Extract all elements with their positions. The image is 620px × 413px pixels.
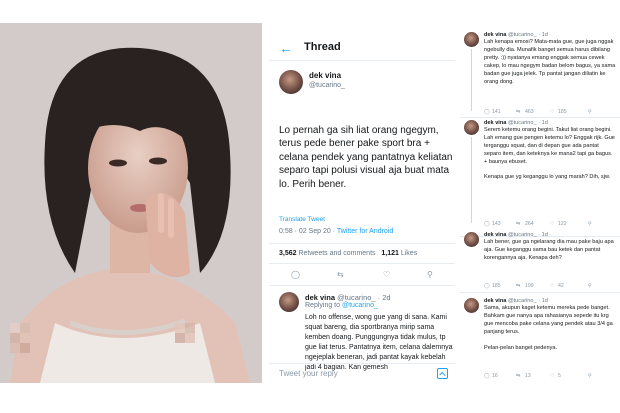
- tweet-actions: ◯ 141 ⇆ 463 ♡ 185 ⚲: [484, 108, 616, 116]
- retweet-icon[interactable]: ⇆: [516, 372, 520, 380]
- author-name[interactable]: dek vina: [484, 32, 506, 38]
- tweet-actions: ◯ 16 ⇆ 13 ♡ 5 ⚲: [484, 372, 616, 380]
- like-count: 122: [558, 221, 567, 227]
- tweet-header: dek vina @tucarino_ · 1d: [484, 120, 548, 126]
- collage: ← Thread dek vina @tucarino_ Lo pernah g…: [0, 0, 620, 413]
- reply-avatar[interactable]: [279, 292, 299, 312]
- replying-to-link[interactable]: @tucarino_: [342, 302, 378, 309]
- reply-icon[interactable]: ◯: [484, 372, 490, 380]
- replying-prefix: Replying to: [305, 302, 342, 309]
- reply-author[interactable]: dek vina @tucarino_ · 2d: [305, 293, 391, 302]
- tweet-text: Lo pernah ga sih liat orang ngegym, teru…: [279, 125, 453, 190]
- author-name[interactable]: dek vina: [484, 298, 506, 304]
- tweet-header: dek vina @tucarino_ · 1d: [484, 298, 548, 304]
- avatar[interactable]: [464, 298, 479, 313]
- share-icon[interactable]: ⚲: [588, 282, 592, 290]
- retweet-count: 463: [525, 109, 534, 115]
- reply-tweet[interactable]: dek vina @tucarino_ · 1d Lah kenapa emos…: [460, 32, 620, 116]
- tweet-text: Lah kenapa emosi? Mata-mata gue, gue jug…: [484, 39, 616, 85]
- reply-icon[interactable]: ◯: [484, 282, 490, 290]
- thread-line: [471, 137, 472, 223]
- author-handle[interactable]: @tucarino_: [309, 82, 345, 89]
- divider: [460, 292, 620, 293]
- like-count: 42: [558, 283, 564, 289]
- divider: [269, 285, 455, 286]
- share-icon[interactable]: ⚲: [588, 108, 592, 116]
- retweet-count[interactable]: 3,562: [279, 250, 297, 257]
- reply-count: 143: [492, 221, 501, 227]
- reply-icon[interactable]: ◯: [484, 108, 490, 116]
- tweet-actions: ◯ 185 ⇆ 199 ♡ 42 ⚲: [484, 282, 616, 290]
- like-icon[interactable]: ♡: [383, 270, 390, 280]
- reply-tweet[interactable]: dek vina @tucarino_ · 1d Serem ketemu or…: [460, 120, 620, 228]
- thread-title: Thread: [304, 41, 341, 53]
- arrow-left-icon[interactable]: ←: [279, 39, 293, 57]
- thread-header: ← Thread: [269, 39, 455, 59]
- divider: [269, 243, 455, 244]
- reply-tweet[interactable]: dek vina @tucarino_ · 1d Lah bener, gue …: [460, 232, 620, 290]
- like-count: 185: [558, 109, 567, 115]
- author-name[interactable]: dek vina: [484, 232, 506, 238]
- like-count: 5: [558, 373, 561, 379]
- author-name[interactable]: dek vina: [484, 120, 506, 126]
- tweet-actions: ◯ 143 ⇆ 264 ♡ 122 ⚲: [484, 220, 616, 228]
- retweet-label[interactable]: Retweets and comments: [298, 250, 375, 257]
- tweet-actions: ◯ ⇆ ♡ ⚲: [269, 270, 455, 280]
- tweet-source-link[interactable]: Twitter for Android: [337, 228, 393, 235]
- author-handle: @tucarino_ · 1d: [507, 232, 548, 238]
- tweet-text: Sama, akupun kaget ketemu mereka pede ba…: [484, 305, 613, 351]
- divider: [269, 263, 455, 264]
- reply-name[interactable]: dek vina: [305, 293, 335, 302]
- like-icon[interactable]: ♡: [550, 108, 555, 116]
- retweet-icon[interactable]: ⇆: [516, 220, 520, 228]
- author-handle: @tucarino_ · 1d: [507, 120, 548, 126]
- retweet-count: 13: [525, 373, 531, 379]
- avatar[interactable]: [464, 120, 479, 135]
- reply-handle: @tucarino_ · 2d: [337, 293, 391, 302]
- share-icon[interactable]: ⚲: [588, 372, 592, 380]
- replying-to: Replying to @tucarino_: [305, 302, 378, 309]
- like-icon[interactable]: ♡: [550, 282, 555, 290]
- retweet-icon[interactable]: ⇆: [337, 270, 344, 280]
- profile-photo: [0, 23, 262, 383]
- reply-icon[interactable]: ◯: [484, 220, 490, 228]
- like-count[interactable]: 1,121: [381, 250, 399, 257]
- thread-line: [471, 49, 472, 111]
- tweet-header: dek vina @tucarino_ · 1d: [484, 232, 548, 238]
- share-icon[interactable]: ⚲: [588, 220, 592, 228]
- author-handle: @tucarino_ · 1d: [507, 298, 548, 304]
- replies-panel: dek vina @tucarino_ · 1d Lah kenapa emos…: [460, 24, 620, 384]
- reply-icon[interactable]: ◯: [291, 270, 300, 280]
- tweet-text: Serem ketemu orang begini. Takut liat or…: [484, 127, 615, 181]
- author-name[interactable]: dek vina: [309, 71, 341, 80]
- image-icon[interactable]: [437, 368, 448, 379]
- tweet-time: 0:58 · 02 Sep 20 ·: [279, 228, 337, 235]
- reply-tweet[interactable]: dek vina @tucarino_ · 1d Sama, akupun ka…: [460, 298, 620, 382]
- avatar[interactable]: [279, 70, 303, 94]
- tweet-meta: 0:58 · 02 Sep 20 · Twitter for Android: [279, 228, 393, 235]
- retweet-icon[interactable]: ⇆: [516, 282, 520, 290]
- tweet-text: Lah bener, gue ga ngelarang dia mau pake…: [484, 239, 614, 261]
- like-icon[interactable]: ♡: [550, 220, 555, 228]
- reply-count: 185: [492, 283, 501, 289]
- tweet-stats: 3,562 Retweets and comments 1,121 Likes: [279, 250, 417, 257]
- translate-link[interactable]: Translate Tweet: [279, 216, 325, 223]
- avatar[interactable]: [464, 232, 479, 247]
- divider: [269, 60, 455, 61]
- retweet-count: 199: [525, 283, 534, 289]
- thread-panel: ← Thread dek vina @tucarino_ Lo pernah g…: [269, 30, 455, 385]
- author-handle: @tucarino_ · 1d: [507, 32, 548, 38]
- retweet-icon[interactable]: ⇆: [516, 108, 520, 116]
- avatar[interactable]: [464, 32, 479, 47]
- like-label[interactable]: Likes: [401, 250, 417, 257]
- reply-count: 16: [492, 373, 498, 379]
- divider: [460, 117, 620, 118]
- reply-input[interactable]: Tweet your reply: [279, 369, 338, 378]
- reply-composer[interactable]: Tweet your reply: [269, 363, 455, 385]
- share-icon[interactable]: ⚲: [427, 270, 433, 280]
- retweet-count: 264: [525, 221, 534, 227]
- tweet-header: dek vina @tucarino_ · 1d: [484, 32, 548, 38]
- reply-count: 141: [492, 109, 501, 115]
- like-icon[interactable]: ♡: [550, 372, 555, 380]
